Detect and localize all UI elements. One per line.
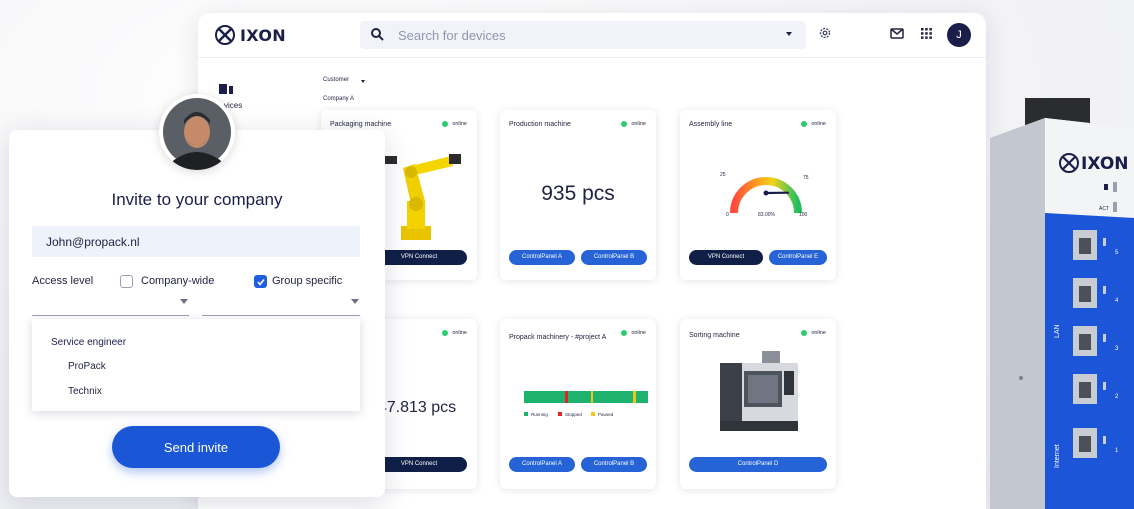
dropdown-item-technix[interactable]: Technix <box>68 386 102 397</box>
search-input[interactable] <box>398 21 778 49</box>
top-bar: IXON J <box>198 13 986 58</box>
device-card-assembly[interactable]: Assembly line online 0 25 75 100 83.00% … <box>680 110 836 280</box>
online-dot-icon <box>442 330 449 336</box>
device-logo-text: IXON <box>1081 154 1129 174</box>
chevron-down-icon[interactable] <box>786 32 792 36</box>
online-dot-icon <box>801 121 808 127</box>
card-title: Sorting machine <box>689 332 740 339</box>
ixon-router-device-image: IXON ACT LAN Internet 5 4 3 2 1 <box>990 98 1134 509</box>
vpn-connect-button[interactable]: VPN Connect <box>371 457 467 472</box>
act-label: ACT <box>1099 206 1109 212</box>
dropdown-group-header[interactable]: Service engineer <box>51 337 126 348</box>
devices-icon[interactable] <box>218 83 234 95</box>
timeline-bar-chart: Running Stopped Paused <box>524 391 648 417</box>
legend-paused: Paused <box>598 412 614 417</box>
vpn-connect-button[interactable]: VPN Connect <box>371 250 467 265</box>
controlpanel-d-button[interactable]: ControlPanel D <box>689 457 827 472</box>
chevron-down-icon[interactable] <box>180 299 188 304</box>
access-level-label: Access level <box>32 275 94 287</box>
chevron-down-icon[interactable] <box>351 299 359 304</box>
avatar <box>159 94 235 170</box>
gauge-chart: 0 25 75 100 83.00% <box>720 172 809 218</box>
gauge-tick-0: 0 <box>726 212 729 218</box>
company-wide-label[interactable]: Company-wide <box>141 275 214 287</box>
card-title: Assembly line <box>689 121 733 128</box>
lan-label: LAN <box>1054 324 1061 338</box>
internet-label: Internet <box>1054 444 1061 468</box>
vpn-connect-button[interactable]: VPN Connect <box>689 250 763 265</box>
gauge-value-label: 83.00% <box>758 212 776 218</box>
customer-selector[interactable]: Customer <box>323 77 349 83</box>
status-badge: online <box>442 330 467 336</box>
logo-text: IXON <box>240 25 286 45</box>
card-title: Packaging machine <box>330 121 392 128</box>
controlpanel-e-button[interactable]: ControlPanel E <box>769 250 827 265</box>
select-underline-2[interactable] <box>202 315 360 316</box>
gauge-tick-25: 25 <box>720 172 726 178</box>
cnc-machine-image <box>720 351 798 431</box>
company-wide-checkbox[interactable] <box>120 275 133 288</box>
legend-stopped: Stopped <box>565 412 582 417</box>
gear-icon[interactable] <box>818 26 832 40</box>
dialog-title: Invite to your company <box>111 190 283 209</box>
controlpanel-b-button[interactable]: ControlPanel B <box>581 250 647 265</box>
online-dot-icon <box>442 121 449 127</box>
gauge-tick-75: 75 <box>803 175 809 181</box>
checkmark-icon <box>256 278 265 286</box>
online-dot-icon <box>621 330 628 336</box>
device-card-propack[interactable]: Propack machinery - #project A online Ru… <box>500 319 656 489</box>
user-avatar[interactable]: J <box>947 23 971 47</box>
email-field[interactable] <box>32 226 360 257</box>
status-badge: online <box>801 121 826 127</box>
device-card-production[interactable]: Production machine online 935 pcs Contro… <box>500 110 656 280</box>
mail-icon[interactable] <box>890 28 904 39</box>
controlpanel-b-button[interactable]: ControlPanel B <box>581 457 647 472</box>
select-underline-1[interactable] <box>32 315 189 316</box>
status-badge: online <box>621 121 646 127</box>
controlpanel-a-button[interactable]: ControlPanel A <box>509 250 575 265</box>
production-count: 935 pcs <box>541 182 615 205</box>
online-dot-icon <box>621 121 628 127</box>
ixon-logo[interactable]: IXON <box>214 24 286 46</box>
group-specific-label[interactable]: Group specific <box>272 275 342 287</box>
card-title: Production machine <box>509 121 571 128</box>
send-invite-button[interactable]: Send invite <box>112 426 280 468</box>
robot-arm-image <box>383 154 461 240</box>
search-bar[interactable] <box>360 21 806 49</box>
dropdown-item-propack[interactable]: ProPack <box>68 361 106 372</box>
card-title: Propack machinery - #project A <box>509 334 607 341</box>
gauge-tick-100: 100 <box>799 212 808 218</box>
search-icon <box>371 28 384 41</box>
legend-running: Running <box>531 412 548 417</box>
online-dot-icon <box>801 330 808 336</box>
ixon-logo-icon <box>215 25 235 45</box>
status-badge: online <box>621 330 646 336</box>
group-specific-checkbox[interactable] <box>254 275 267 288</box>
apps-grid-icon[interactable] <box>920 27 933 40</box>
invite-dialog: Invite to your company Access level Comp… <box>9 130 385 497</box>
user-photo-icon <box>163 98 231 170</box>
device-card-sorting[interactable]: Sorting machine online ControlPanel D <box>680 319 836 489</box>
group-dropdown: Service engineer ProPack Technix <box>32 319 360 411</box>
status-badge: online <box>442 121 467 127</box>
status-badge: online <box>801 330 826 336</box>
company-label: Company A <box>323 96 355 102</box>
chevron-down-icon[interactable] <box>361 80 365 83</box>
controlpanel-a-button[interactable]: ControlPanel A <box>509 457 575 472</box>
